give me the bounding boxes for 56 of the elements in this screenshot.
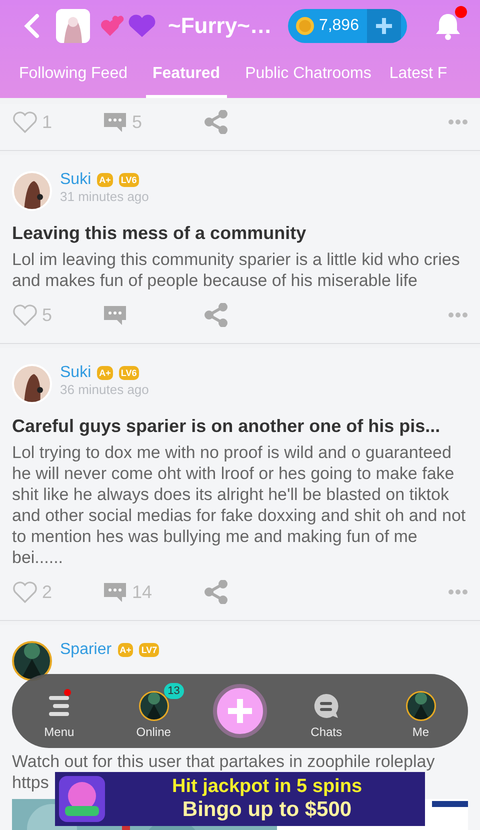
level-badge: LV6 (118, 366, 139, 380)
online-button[interactable]: 13 Online (118, 683, 189, 739)
hearts-icon (100, 14, 158, 38)
bell-icon[interactable] (433, 11, 463, 41)
feed-tab[interactable]: Latest F (389, 52, 448, 98)
community-title[interactable]: ~Furry~… (168, 13, 272, 39)
post-title[interactable]: Careful guys sparier is on another one of his pis... (12, 416, 468, 437)
like-button[interactable]: 2 (12, 580, 102, 604)
feed-tab[interactable]: Featured (146, 52, 228, 98)
ad-banner[interactable]: Hit jackpot in 5 spins Bingo up to $500 (55, 772, 425, 826)
author-name[interactable]: Suki (60, 171, 92, 189)
feed-tab[interactable]: Public Chatrooms (245, 52, 372, 98)
post-time: 31 minutes ago (60, 189, 149, 204)
comment-button[interactable]: 14 (102, 580, 204, 604)
post-body-line: Watch out for this user that partakes in zoophile roleplay (12, 751, 435, 772)
comment-button[interactable]: 5 (102, 110, 204, 134)
heart-icon (12, 110, 38, 134)
author-name[interactable]: Suki (60, 364, 92, 382)
like-button[interactable]: 1 (12, 110, 102, 134)
comment-icon (102, 303, 128, 327)
coin-icon (296, 17, 314, 35)
avatar-icon[interactable] (138, 691, 169, 721)
post-body-line: https (12, 772, 49, 793)
post-body: Lol trying to dox me with no proof is wild and o guaranteed he will never come oht with lroof or hes going to make fake shit like he always does its alright he'll be blasted on tiktok and other social medias for fake doxxing and shit oh and not to mention hes was bullying me and making fun of me bei...... (12, 442, 467, 568)
post-body: Lol im leaving this community sparier is a little kid who cries and makes fun of people because of his miserable life (12, 249, 461, 291)
more-icon[interactable] (448, 589, 468, 595)
avatar-icon[interactable] (12, 641, 52, 681)
more-icon[interactable] (448, 119, 468, 125)
like-button[interactable]: 5 (12, 303, 102, 327)
comment-icon (102, 580, 128, 604)
more-icon[interactable] (448, 312, 468, 318)
avatar-icon[interactable] (406, 691, 436, 721)
post-title[interactable]: Leaving this mess of a community (12, 223, 468, 244)
plus-icon (226, 697, 254, 725)
level-badge: A+ (118, 643, 134, 657)
heart-icon (12, 303, 38, 327)
level-badge: A+ (97, 173, 113, 187)
plus-icon (374, 16, 394, 36)
share-icon[interactable] (204, 303, 228, 327)
feed-tab[interactable]: Following Feed (19, 52, 128, 98)
level-badge: LV7 (139, 643, 160, 657)
comment-icon (102, 110, 128, 134)
level-badge: A+ (97, 366, 113, 380)
coins-button[interactable]: 7,896 (288, 9, 407, 43)
profile-button[interactable]: Me (386, 683, 456, 739)
count-badge: 13 (164, 683, 184, 699)
level-badge: LV6 (118, 173, 139, 187)
share-icon[interactable] (204, 110, 228, 134)
share-icon[interactable] (204, 580, 228, 604)
author-name[interactable]: Sparier (60, 641, 112, 659)
community-icon[interactable] (56, 9, 90, 43)
chats-button[interactable]: Chats (291, 683, 362, 739)
game-icon (59, 776, 105, 822)
menu-button[interactable]: Menu (24, 683, 94, 739)
heart-icon (12, 580, 38, 604)
post-time: 36 minutes ago (60, 382, 149, 397)
